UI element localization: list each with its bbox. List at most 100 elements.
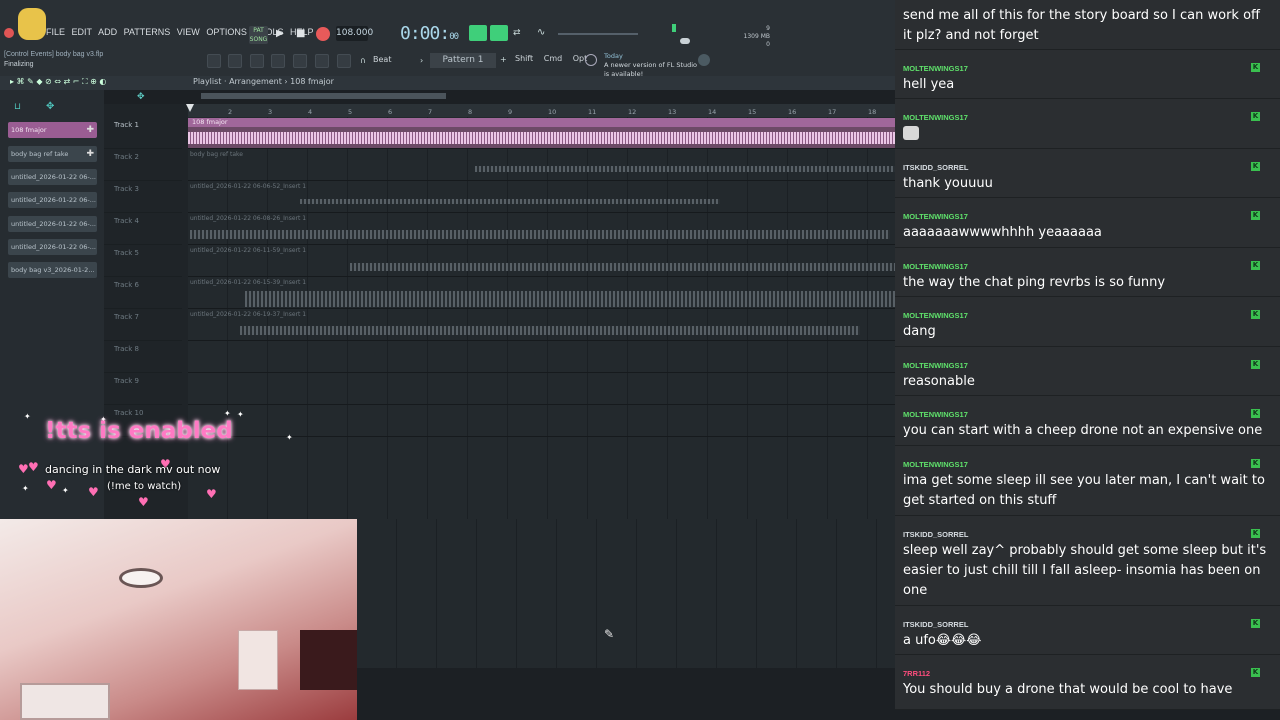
clip-waveform <box>245 291 895 307</box>
channel-item[interactable]: untitled_2026-01-22 06-... <box>8 216 97 232</box>
ruler-bar: 11 <box>588 108 597 116</box>
metronome-icon[interactable] <box>469 25 487 41</box>
sparkle-icon: ✦ <box>237 410 244 419</box>
snap-select[interactable]: Beat <box>373 55 391 64</box>
play-icon[interactable]: ▶ <box>276 28 284 39</box>
magnet-icon[interactable]: ∩ <box>360 56 366 65</box>
stop-icon[interactable]: ■ <box>296 28 305 39</box>
menu-view[interactable]: VIEW <box>177 27 200 37</box>
chat-text: a ufo😂😂😂 <box>903 633 982 648</box>
piano-roll-icon[interactable] <box>271 54 285 68</box>
news-icon[interactable] <box>585 54 597 66</box>
track-lane[interactable] <box>188 373 895 405</box>
chat-username[interactable]: ITSKIDD_SORREL <box>903 530 968 539</box>
pat-song-toggle[interactable]: PAT SONG <box>249 26 268 44</box>
waveform-icon[interactable]: ∿ <box>537 27 545 38</box>
chat-username[interactable]: MOLTENWINGS17 <box>903 64 968 73</box>
channel-item[interactable]: body bag ref take ✚ <box>8 146 97 162</box>
track-header[interactable]: Track 9 <box>104 373 182 405</box>
menu-options[interactable]: OPTIONS <box>206 27 247 37</box>
close-dot-icon[interactable] <box>4 28 14 38</box>
chat-username[interactable]: MOLTENWINGS17 <box>903 361 968 370</box>
track-lane[interactable] <box>188 341 895 373</box>
microphone-icon[interactable] <box>337 54 351 68</box>
ruler-bar: 4 <box>308 108 313 116</box>
channel-item[interactable]: 108 fmajor ✚ <box>8 122 97 138</box>
playhead-marker[interactable] <box>186 104 194 112</box>
track-header[interactable]: Track 8 <box>104 341 182 373</box>
track-header[interactable]: Track 1 <box>104 117 182 149</box>
playlist-tools-icon[interactable]: ▸ ⌘ ✎ ◆ ⊘ ⇔ ⇄ ⌐ ⛶ ⊕ ◐ <box>10 77 106 87</box>
clip-header[interactable] <box>188 118 895 127</box>
menu-file[interactable]: FILE <box>46 27 65 37</box>
wait-record-icon[interactable] <box>490 25 508 41</box>
menu-patterns[interactable]: PATTERNS <box>124 27 171 37</box>
add-icon[interactable]: ✚ <box>86 146 94 162</box>
browser-icon[interactable] <box>315 54 329 68</box>
add-icon[interactable]: ✚ <box>86 122 94 138</box>
heart-icon: ♥ <box>88 485 99 499</box>
menu-add[interactable]: ADD <box>98 27 117 37</box>
cmd-key[interactable]: Cmd <box>544 54 562 63</box>
cpu-polyphony: 0 <box>766 41 770 48</box>
playlist-window-icon[interactable] <box>228 54 242 68</box>
news-panel[interactable]: Today A newer version of FL Studio is av… <box>604 52 699 79</box>
track-header[interactable]: Track 2 <box>104 149 182 181</box>
clip-name[interactable]: untitled_2026-01-22 06-06-52_Insert 1 <box>190 183 306 190</box>
clip-name[interactable]: untitled_2026-01-22 06-19-37_Insert 1 <box>190 311 306 318</box>
menu-edit[interactable]: EDIT <box>72 27 93 37</box>
chat-username[interactable]: ITSKIDD_SORREL <box>903 163 968 172</box>
chat-username[interactable]: MOLTENWINGS17 <box>903 460 968 469</box>
heart-icon: ♥ <box>28 460 39 474</box>
clip-name[interactable]: untitled_2026-01-22 06-15-39_Insert 1 <box>190 279 306 286</box>
channel-item[interactable]: body bag v3_2026-01-2... <box>8 262 97 278</box>
playlist-empty-lanes[interactable] <box>357 519 895 668</box>
track-lane[interactable] <box>188 149 895 181</box>
clip-name[interactable]: untitled_2026-01-22 06-08-26_Insert 1 <box>190 215 306 222</box>
picker-view-icon[interactable]: ⊔ <box>14 102 21 112</box>
track-header[interactable]: Track 7 <box>104 309 182 341</box>
chat-username[interactable]: MOLTENWINGS17 <box>903 311 968 320</box>
chat-username[interactable]: ITSKIDD_SORREL <box>903 620 968 629</box>
add-pattern-icon[interactable]: + <box>500 55 507 64</box>
ruler-bar: 13 <box>668 108 677 116</box>
channel-rack-icon[interactable] <box>250 54 264 68</box>
fl-logo-icon[interactable] <box>18 8 46 40</box>
channel-item[interactable]: untitled_2026-01-22 06-... <box>8 169 97 185</box>
chat-username[interactable]: MOLTENWINGS17 <box>903 113 968 122</box>
channel-item[interactable]: untitled_2026-01-22 06-... <box>8 192 97 208</box>
tempo-display[interactable]: 108.000 <box>336 26 373 41</box>
cpu-memory-readout: 9 1309 MB 0 <box>725 25 770 49</box>
track-header[interactable]: Track 5 <box>104 245 182 277</box>
clip-name[interactable]: body bag ref take <box>190 151 243 158</box>
horizontal-scrollbar[interactable] <box>201 93 446 99</box>
ruler-bar: 12 <box>628 108 637 116</box>
sparkle-icon: ✦ <box>24 412 31 421</box>
chat-username[interactable]: MOLTENWINGS17 <box>903 410 968 419</box>
pattern-arrow-icon[interactable]: › <box>420 56 423 65</box>
snap-tool-icon[interactable] <box>207 54 221 68</box>
mixer-icon[interactable] <box>293 54 307 68</box>
loop-record-icon[interactable]: ⇄ <box>513 28 521 38</box>
chat-username[interactable]: 7RR112 <box>903 669 930 678</box>
pattern-select[interactable]: Pattern 1 <box>430 53 496 68</box>
chat-text: dang <box>903 324 936 339</box>
clip-name[interactable]: untitled_2026-01-22 06-11-59_Insert 1 <box>190 247 306 254</box>
zoom-icon[interactable]: ✥ <box>137 92 145 102</box>
badge-icon: K <box>1251 211 1260 220</box>
time-main: 0:00 <box>400 23 440 44</box>
track-header[interactable]: Track 3 <box>104 181 182 213</box>
tts-banner: !tts is enabled <box>45 418 233 444</box>
online-icon[interactable] <box>698 54 710 66</box>
chat-username[interactable]: MOLTENWINGS17 <box>903 262 968 271</box>
track-header[interactable]: Track 6 <box>104 277 182 309</box>
master-volume-slider[interactable] <box>558 33 638 35</box>
track-lane[interactable] <box>188 405 895 437</box>
channel-item[interactable]: untitled_2026-01-22 06-... <box>8 239 97 255</box>
chat-username[interactable]: MOLTENWINGS17 <box>903 212 968 221</box>
track-header[interactable]: Track 4 <box>104 213 182 245</box>
shift-key[interactable]: Shift <box>515 54 533 63</box>
record-button[interactable] <box>316 27 330 41</box>
ruler-bar: 17 <box>828 108 837 116</box>
picker-move-icon[interactable]: ✥ <box>46 101 54 112</box>
